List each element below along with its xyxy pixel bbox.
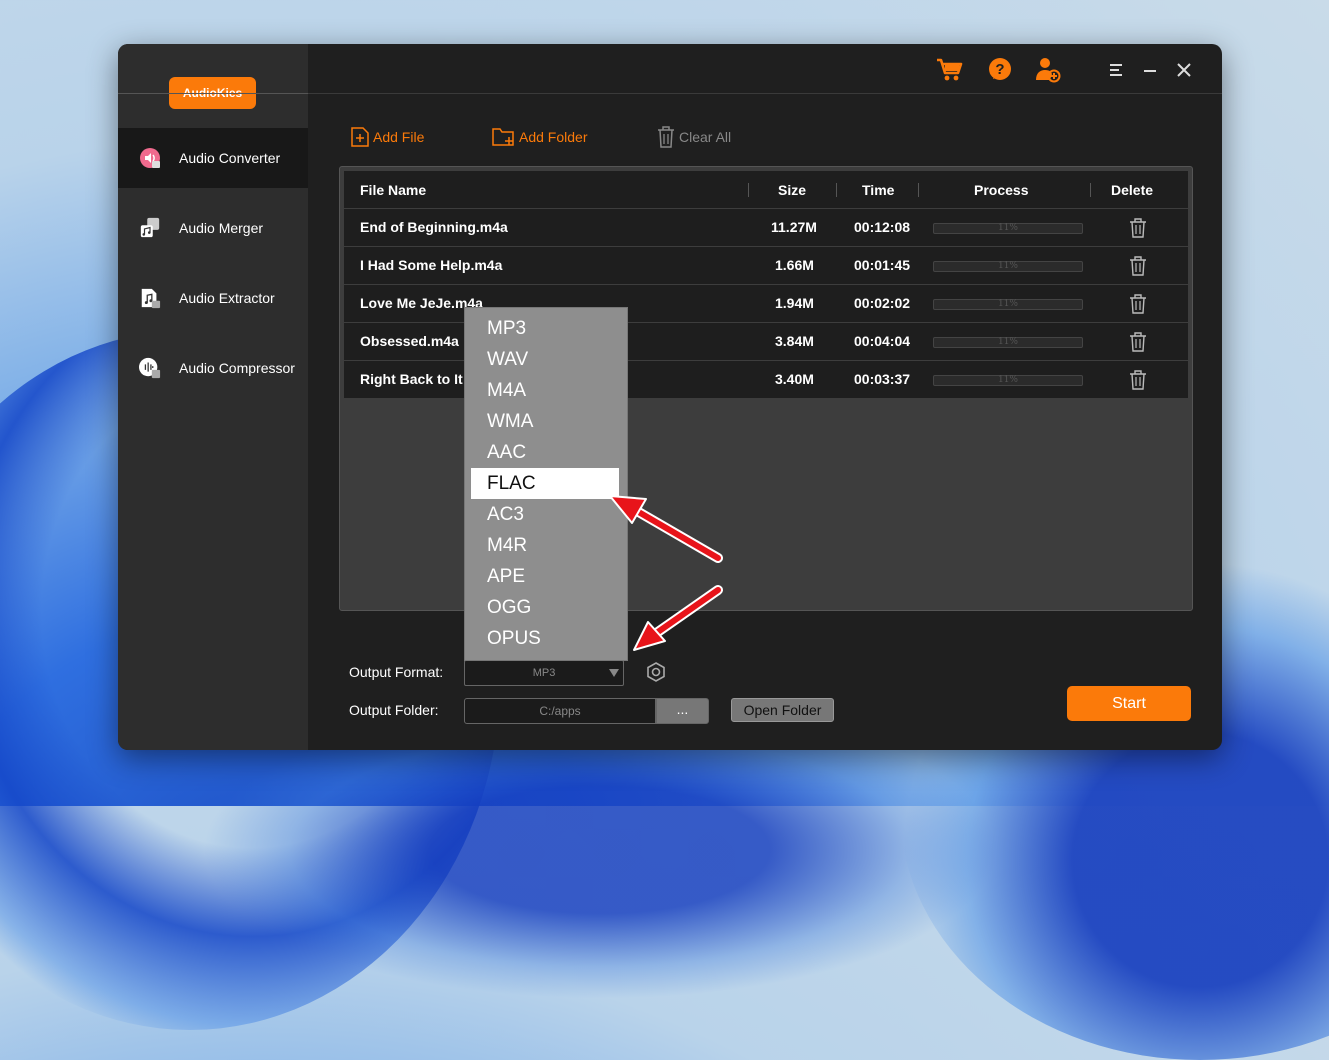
file-time: 00:04:04: [854, 333, 911, 349]
format-option-opus[interactable]: OPUS: [471, 623, 619, 654]
file-name: I Had Some Help.m4a: [360, 257, 503, 273]
divider: [748, 183, 749, 197]
trash-icon: [658, 126, 674, 148]
start-button[interactable]: Start: [1067, 686, 1191, 721]
file-name: Right Back to It: [360, 371, 463, 387]
column-header-file-name: File Name: [360, 182, 427, 198]
format-option-ape[interactable]: APE: [471, 561, 619, 592]
file-name: End of Beginning.m4a: [360, 219, 508, 235]
sidebar-item-label: Audio Extractor: [179, 290, 275, 306]
column-header-delete: Delete: [1111, 182, 1154, 198]
table-row: I Had Some Help.m4a 1.66M 00:01:45 11%: [344, 246, 1188, 284]
delete-icon[interactable]: [1128, 218, 1148, 238]
file-size: 11.27M: [771, 219, 817, 235]
format-option-m4a[interactable]: M4A: [471, 375, 619, 406]
delete-icon[interactable]: [1128, 370, 1148, 390]
output-format-label: Output Format:: [349, 664, 444, 680]
delete-icon[interactable]: [1128, 256, 1148, 276]
format-option-wma[interactable]: WMA: [471, 406, 619, 437]
minimize-icon[interactable]: [1136, 56, 1164, 84]
open-folder-button[interactable]: Open Folder: [731, 698, 834, 722]
sidebar-item-label: Audio Merger: [179, 220, 264, 236]
account-icon[interactable]: [1034, 56, 1062, 84]
svg-text:?: ?: [995, 61, 1004, 78]
sidebar-item-audio-converter[interactable]: Audio Converter: [118, 128, 308, 188]
divider: [308, 93, 1222, 94]
file-time: 00:12:08: [854, 219, 911, 235]
progress-bar: 11%: [933, 299, 1083, 310]
progress-bar: 11%: [933, 375, 1083, 386]
sidebar: AudioKies Audio Converter Audio Merger A…: [118, 44, 308, 750]
format-option-mp3[interactable]: MP3: [471, 313, 619, 344]
format-option-ogg[interactable]: OGG: [471, 592, 619, 623]
sidebar-item-label: Audio Compressor: [179, 360, 295, 376]
output-format-value: MP3: [532, 667, 556, 679]
browse-folder-button[interactable]: ...: [656, 698, 709, 724]
output-folder-label: Output Folder:: [349, 702, 439, 718]
output-folder-value: C:/apps: [539, 704, 581, 718]
menu-icon[interactable]: [1102, 56, 1130, 84]
file-size: 3.40M: [775, 371, 814, 387]
file-size: 3.84M: [775, 333, 814, 349]
column-header-process: Process: [974, 182, 1029, 198]
file-size: 1.94M: [775, 295, 814, 311]
audio-compressor-icon: [139, 357, 161, 379]
divider: [836, 183, 837, 197]
audio-merger-icon: [139, 217, 161, 239]
app-window: AudioKies Audio Converter Audio Merger A…: [118, 44, 1222, 750]
help-icon[interactable]: ?: [986, 56, 1014, 84]
format-option-flac[interactable]: FLAC: [471, 468, 619, 499]
format-option-m4r[interactable]: M4R: [471, 530, 619, 561]
output-format-select[interactable]: MP3: [464, 660, 624, 686]
format-dropdown-list: MP3 WAV M4A WMA AAC FLAC AC3 M4R APE OGG…: [464, 307, 628, 661]
file-time: 00:02:02: [854, 295, 911, 311]
column-header-size: Size: [778, 182, 807, 198]
delete-icon[interactable]: [1128, 294, 1148, 314]
add-file-button[interactable]: Add File: [350, 126, 424, 148]
table-header: File Name Size Time Process Delete: [344, 171, 1188, 208]
close-icon[interactable]: [1170, 56, 1198, 84]
divider: [118, 93, 308, 94]
divider: [1090, 183, 1091, 197]
file-size: 1.66M: [775, 257, 814, 273]
progress-bar: 11%: [933, 223, 1083, 234]
output-folder-field[interactable]: C:/apps: [464, 698, 656, 724]
cart-icon[interactable]: [936, 56, 964, 84]
audio-extractor-icon: [139, 287, 161, 309]
clear-all-label: Clear All: [679, 129, 732, 145]
delete-icon[interactable]: [1128, 332, 1148, 352]
format-option-aac[interactable]: AAC: [471, 437, 619, 468]
clear-all-button[interactable]: Clear All: [656, 126, 731, 148]
format-settings-icon[interactable]: [645, 661, 667, 683]
sidebar-item-audio-merger[interactable]: Audio Merger: [118, 198, 308, 258]
table-row: End of Beginning.m4a 11.27M 00:12:08 11%: [344, 208, 1188, 246]
add-folder-button[interactable]: Add Folder: [492, 126, 587, 148]
add-folder-icon: [492, 128, 514, 146]
progress-bar: 11%: [933, 261, 1083, 272]
file-time: 00:01:45: [854, 257, 911, 273]
column-header-time: Time: [862, 182, 895, 198]
format-option-wav[interactable]: WAV: [471, 344, 619, 375]
sidebar-item-label: Audio Converter: [179, 150, 281, 166]
add-file-icon: [351, 127, 369, 147]
file-name: Obsessed.m4a: [360, 333, 459, 349]
sidebar-item-audio-extractor[interactable]: Audio Extractor: [118, 268, 308, 328]
add-folder-label: Add Folder: [519, 129, 588, 145]
file-time: 00:03:37: [854, 371, 911, 387]
audio-converter-icon: [139, 147, 161, 169]
sidebar-item-audio-compressor[interactable]: Audio Compressor: [118, 338, 308, 398]
format-option-ac3[interactable]: AC3: [471, 499, 619, 530]
add-file-label: Add File: [373, 129, 425, 145]
divider: [918, 183, 919, 197]
progress-bar: 11%: [933, 337, 1083, 348]
chevron-down-icon: [609, 669, 619, 677]
